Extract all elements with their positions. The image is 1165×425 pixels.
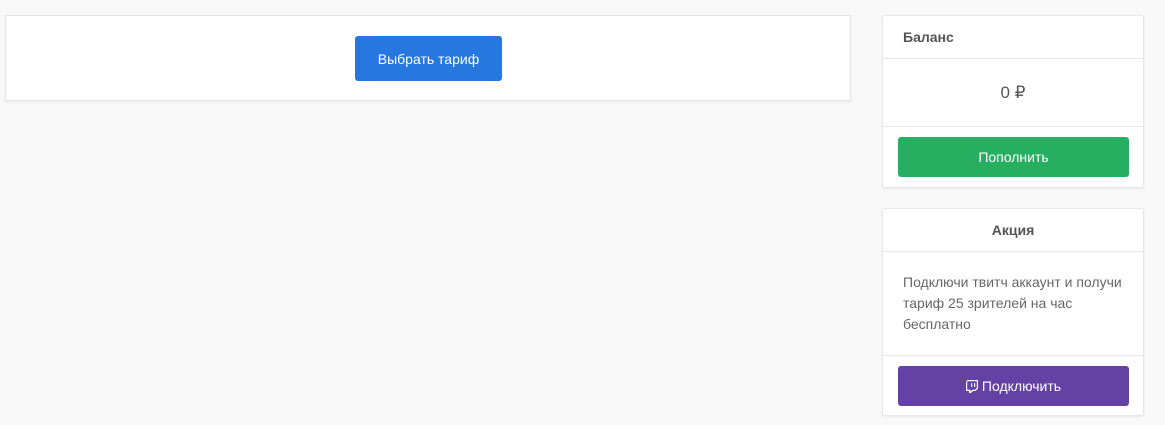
connect-twitch-button[interactable]: Подключить bbox=[898, 366, 1129, 406]
choose-tariff-button[interactable]: Выбрать тариф bbox=[355, 36, 502, 81]
promo-footer: Подключить bbox=[883, 356, 1143, 416]
promo-card: Акция Подключи твитч аккаунт и получи та… bbox=[882, 208, 1144, 416]
promo-text: Подключи твитч аккаунт и получи тариф 25… bbox=[883, 252, 1143, 356]
promo-title: Акция bbox=[883, 209, 1143, 252]
topup-button[interactable]: Пополнить bbox=[898, 137, 1129, 177]
balance-card: Баланс 0 ₽ Пополнить bbox=[882, 15, 1144, 188]
balance-amount: 0 ₽ bbox=[883, 59, 1143, 127]
connect-twitch-label: Подключить bbox=[981, 378, 1062, 394]
balance-footer: Пополнить bbox=[883, 127, 1143, 187]
tariff-panel: Выбрать тариф bbox=[5, 15, 851, 101]
balance-title: Баланс bbox=[883, 16, 1143, 59]
twitch-icon bbox=[965, 379, 978, 393]
